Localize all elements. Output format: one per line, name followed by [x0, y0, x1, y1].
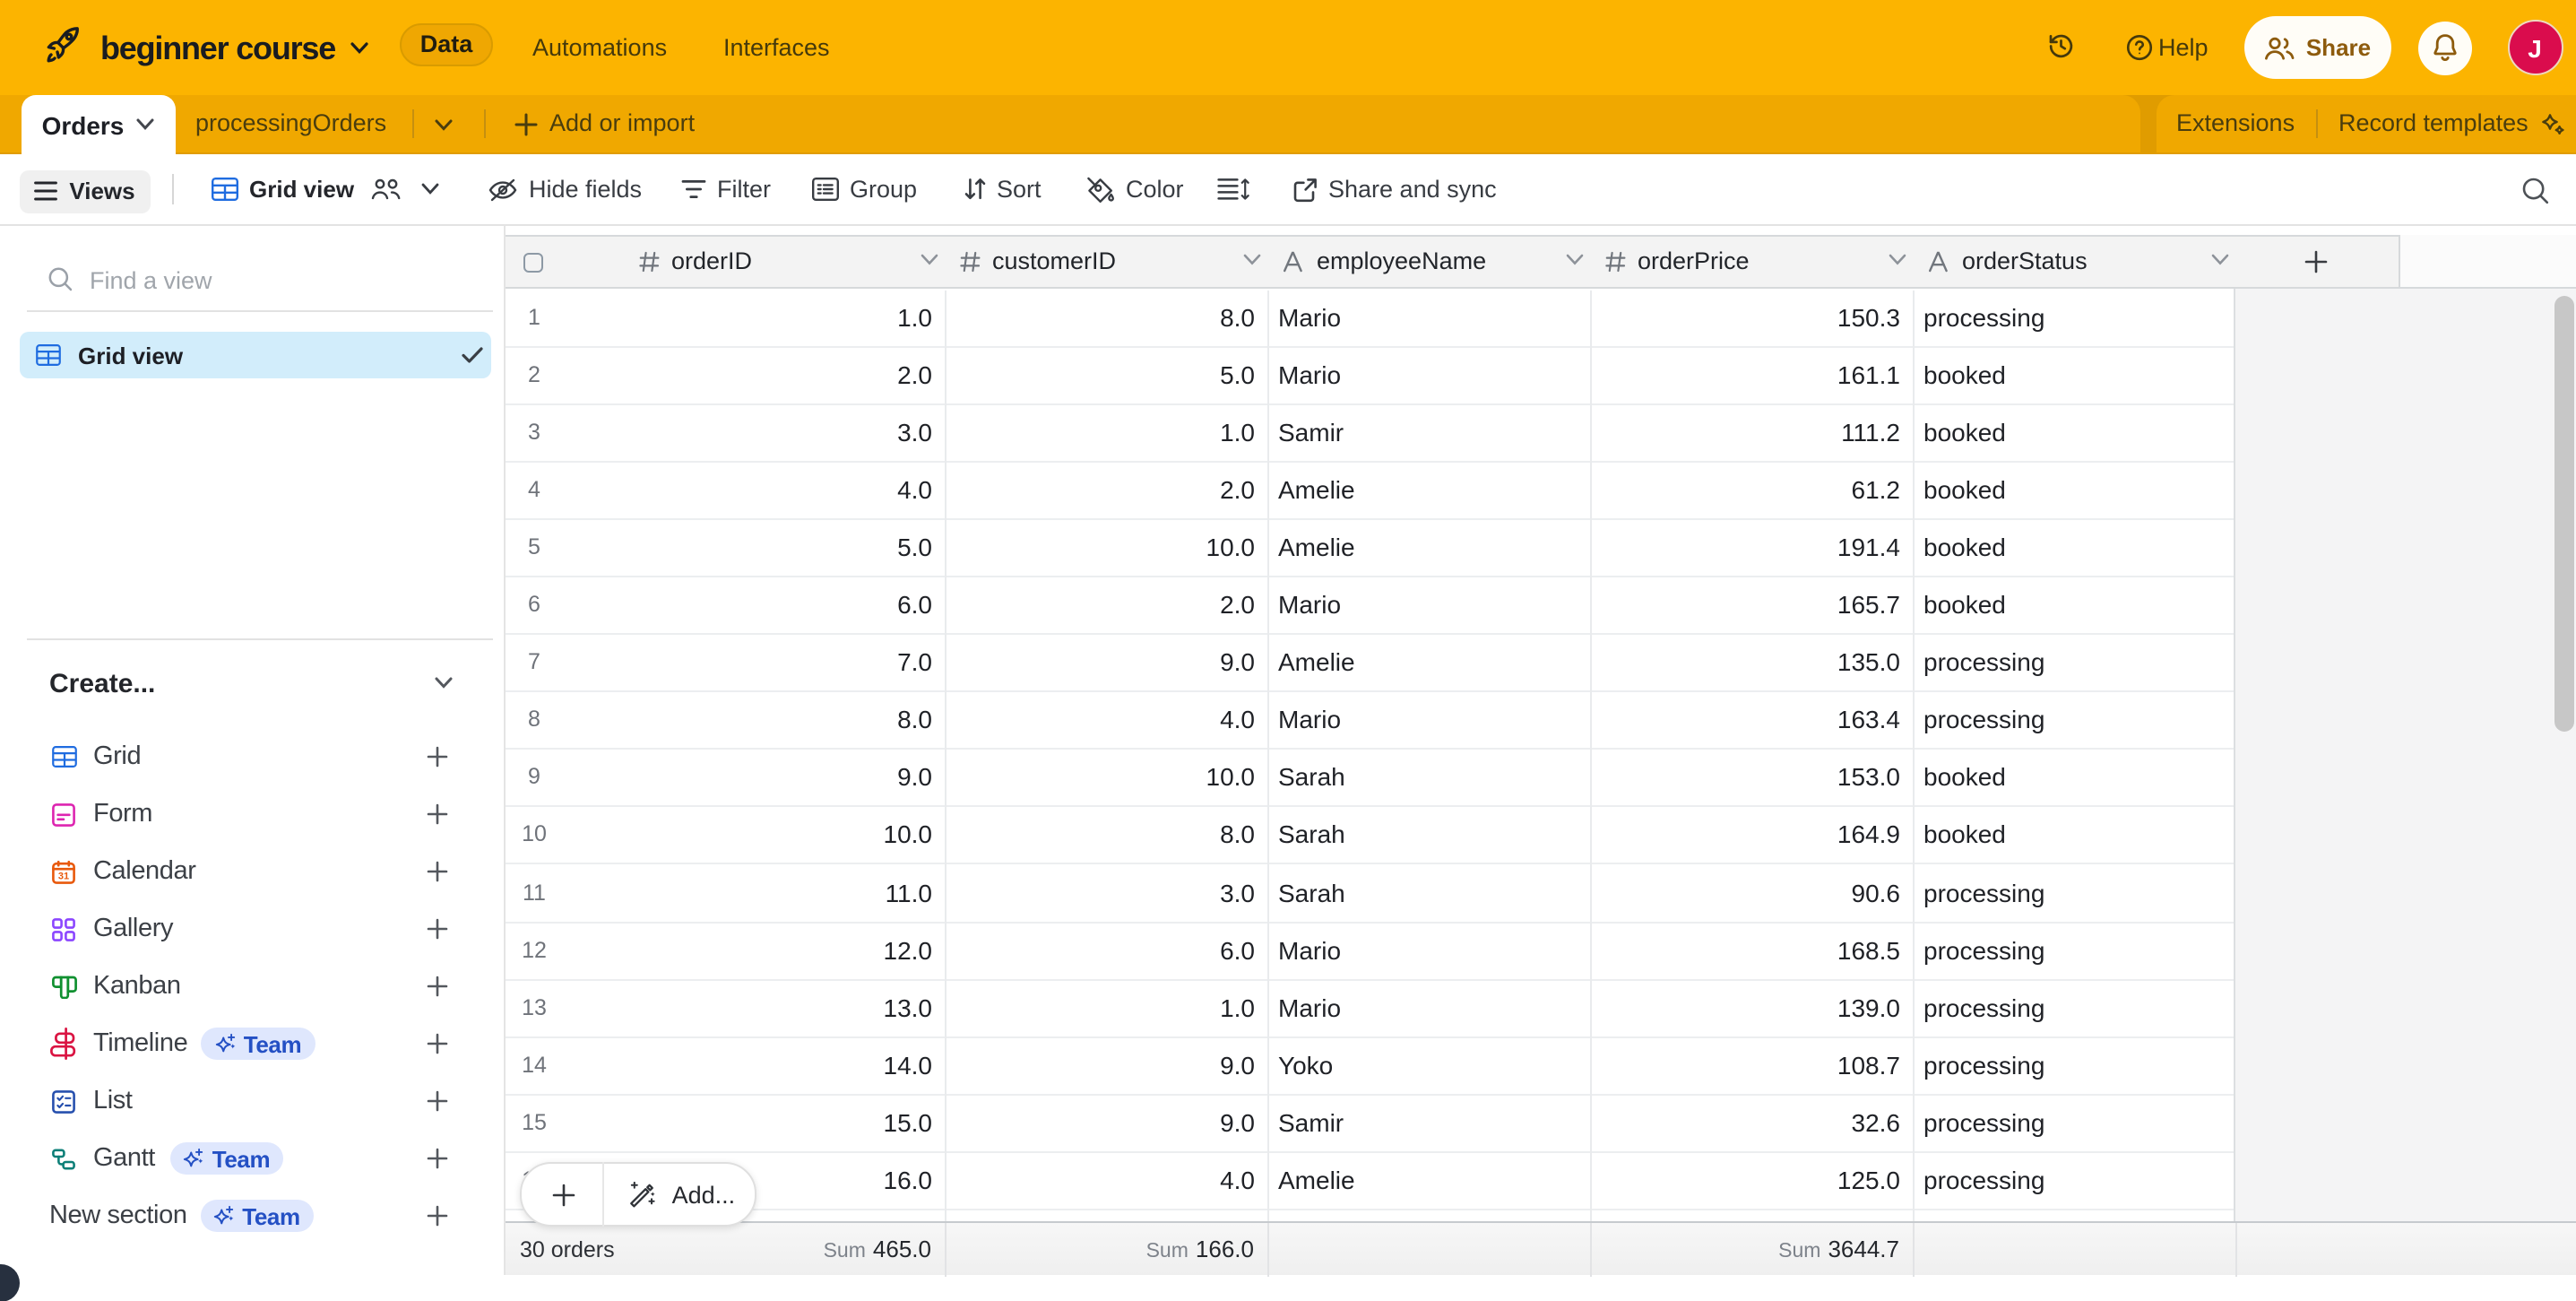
svg-text:31: 31	[58, 871, 69, 881]
